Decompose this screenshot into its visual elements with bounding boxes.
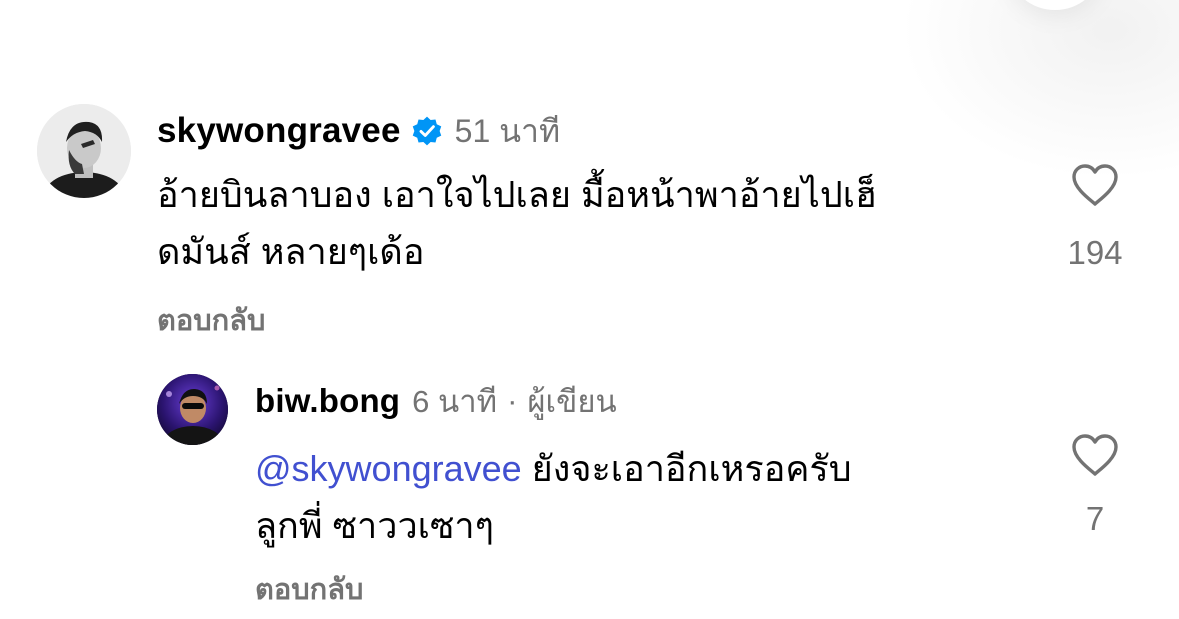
avatar-biw-bong[interactable] [157, 374, 228, 445]
comment-body: อ้ายบินลาบอง เอาใจไปเลย มื้อหน้าพาอ้ายไป… [157, 166, 987, 280]
reply-username[interactable]: biw.bong [255, 382, 400, 420]
like-count: 7 [1085, 500, 1105, 537]
heart-outline-icon[interactable] [1070, 162, 1120, 208]
comment-username[interactable]: skywongravee [157, 111, 401, 151]
comment-text-line: ดมันส์ หลายๆเด้อ [157, 231, 425, 272]
reply-like-column: 7 [1060, 432, 1130, 538]
avatar-photo-icon [157, 374, 228, 445]
reply-text-line: ลูกพี่ ซาววเซาๆ [255, 505, 494, 546]
verified-badge-icon [412, 116, 441, 146]
reply-body: @skywongravee ยังจะเอาอีกเหรอครับ ลูกพี่… [255, 440, 975, 554]
reply-text-segment: ยังจะเอาอีกเหรอครับ [521, 448, 852, 489]
heart-outline-icon[interactable] [1070, 432, 1120, 478]
reply-text-line: @skywongravee ยังจะเอาอีกเหรอครับ [255, 440, 975, 497]
comment-timestamp[interactable]: 51 นาที [455, 106, 560, 157]
reply-button[interactable]: ตอบกลับ [255, 566, 363, 612]
background-fade [900, 0, 1179, 180]
author-badge: ผู้เขียน [527, 384, 617, 419]
comment-text-line: อ้ายบินลาบอง เอาใจไปเลย มื้อหน้าพาอ้ายไป… [157, 174, 877, 215]
avatar-skywongravee[interactable] [37, 104, 131, 198]
reply-timestamp[interactable]: 6 นาที [412, 376, 497, 426]
separator-dot: · [507, 383, 518, 418]
comments-section: skywongravee 51 นาที อ้ายบินลาบอง เอาใจไ… [0, 0, 1179, 619]
reply-button[interactable]: ตอบกลับ [157, 297, 265, 343]
avatar-photo-icon [37, 104, 131, 198]
like-count: 194 [1067, 234, 1123, 271]
mention-link[interactable]: @skywongravee [255, 448, 522, 489]
comment-header: skywongravee 51 นาที [157, 108, 560, 154]
reply-header: biw.bong 6 นาที · ผู้เขียน [255, 380, 617, 422]
comment-like-column: 194 [1050, 162, 1140, 272]
